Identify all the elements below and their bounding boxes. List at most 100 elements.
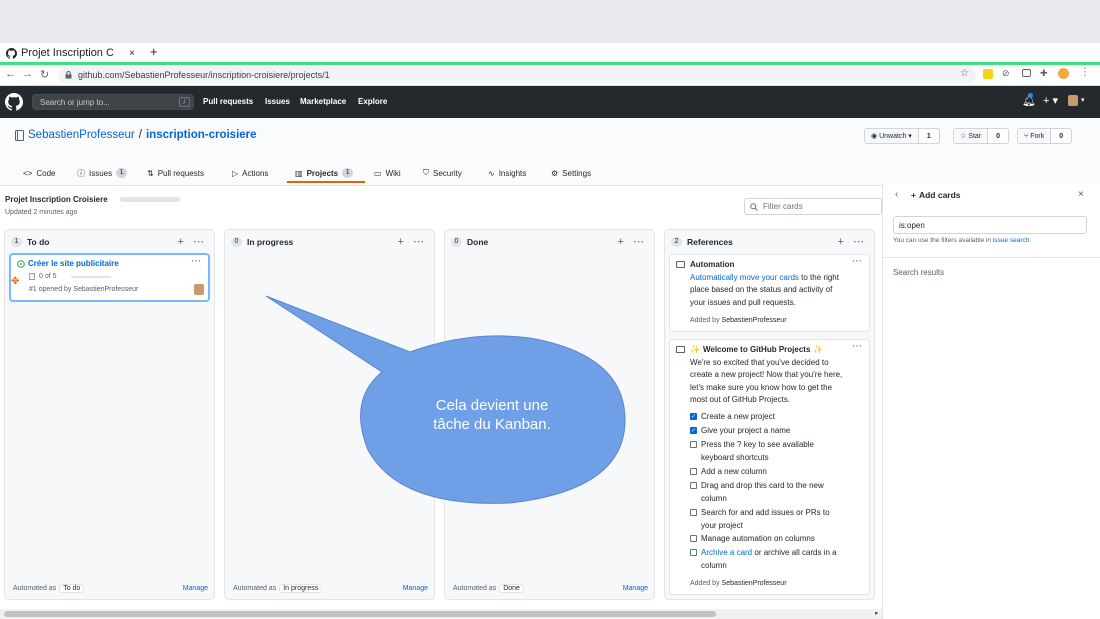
tab-wiki[interactable]: ▭ Wiki bbox=[374, 163, 401, 183]
nav-issues[interactable]: Issues bbox=[265, 97, 290, 106]
checkbox-icon[interactable] bbox=[690, 535, 697, 542]
checklist-item[interactable]: ✓ Give your project a name bbox=[690, 425, 790, 438]
checklist-icon bbox=[29, 273, 35, 280]
column-add-and-menu-icon[interactable]: + ⋯ bbox=[178, 235, 207, 248]
automation-link[interactable]: Automatically move your cards bbox=[690, 273, 799, 282]
column-add-and-menu-icon[interactable]: + ⋯ bbox=[398, 235, 427, 248]
tab-code[interactable]: <> Code bbox=[23, 163, 55, 183]
browser-toolbar: ← → ↻ github.com/SebastienProfesseur/ins… bbox=[0, 65, 1100, 86]
search-results-label: Search results bbox=[893, 268, 945, 277]
reload-icon[interactable]: ↻ bbox=[40, 68, 49, 81]
note-card-automation[interactable]: Automation ⋯ Automatically move your car… bbox=[669, 254, 870, 332]
close-icon[interactable]: × bbox=[1078, 189, 1084, 200]
git-pull-request-icon: ⇅ bbox=[147, 168, 154, 178]
tab-wiki-label: Wiki bbox=[385, 168, 401, 178]
issue-card-title[interactable]: Créer le site publicitaire bbox=[17, 259, 119, 268]
new-tab-button[interactable]: + bbox=[150, 44, 158, 59]
repo-separator: / bbox=[138, 129, 142, 141]
drag-move-icon[interactable]: ✥ bbox=[11, 277, 19, 287]
unwatch-button[interactable]: ◉ Unwatch ▾ bbox=[865, 129, 919, 143]
manage-automation-link[interactable]: Manage bbox=[183, 585, 208, 592]
extension-icon[interactable] bbox=[983, 69, 993, 79]
user-avatar-icon[interactable] bbox=[1068, 95, 1078, 106]
github-header: Search or jump to... / Pull requests Iss… bbox=[0, 86, 1100, 118]
create-new-plus-icon[interactable]: + ▾ bbox=[1043, 94, 1058, 107]
checklist-text: Archive a card or archive all cards in a… bbox=[701, 547, 850, 572]
forward-arrow-icon[interactable]: → bbox=[22, 68, 33, 80]
checklist-item[interactable]: Drag and drop this card to the new colum… bbox=[690, 480, 845, 505]
archive-card-link[interactable]: Archive a card bbox=[701, 548, 752, 557]
checkbox-icon[interactable] bbox=[690, 482, 697, 489]
issue-card[interactable]: Créer le site publicitaire ⋯ 0 of 5 #1 o… bbox=[9, 253, 210, 302]
stars-count[interactable]: 0 bbox=[988, 129, 1008, 143]
issue-opened-icon: ⓘ bbox=[77, 168, 85, 178]
github-logo-icon[interactable] bbox=[5, 93, 23, 111]
task-progress-bar bbox=[71, 276, 111, 278]
added-by-user[interactable]: SebastienProfesseur bbox=[722, 580, 787, 587]
card-menu-icon[interactable]: ⋯ bbox=[852, 341, 862, 352]
tab-settings[interactable]: ⚙ Settings bbox=[551, 163, 591, 183]
back-chevron-icon[interactable]: ‹ bbox=[895, 189, 898, 200]
address-bar[interactable]: github.com/SebastienProfesseur/inscripti… bbox=[58, 67, 976, 83]
tab-projects[interactable]: ▥ Projects 1 bbox=[295, 163, 354, 183]
issue-search-link[interactable]: issue search bbox=[993, 237, 1030, 244]
tab-insights[interactable]: ∿ Insights bbox=[488, 163, 526, 183]
column-card-count: 2 bbox=[671, 237, 682, 247]
puzzle-extensions-icon[interactable]: ✚ bbox=[1040, 68, 1048, 79]
checklist-item[interactable]: Archive a card or archive all cards in a… bbox=[690, 547, 850, 572]
tab-issues[interactable]: ⓘ Issues 1 bbox=[77, 163, 128, 183]
checkbox-checked-icon[interactable]: ✓ bbox=[690, 427, 697, 434]
nav-marketplace[interactable]: Marketplace bbox=[300, 97, 346, 106]
watchers-count[interactable]: 1 bbox=[919, 129, 939, 143]
back-arrow-icon[interactable]: ← bbox=[5, 68, 16, 80]
shield-icon: ⛉ bbox=[423, 168, 429, 177]
camera-icon[interactable] bbox=[1022, 69, 1031, 77]
note-card-welcome[interactable]: ✨ Welcome to GitHub Projects ✨ ⋯ We're so … bbox=[669, 339, 870, 595]
tab-pull-requests[interactable]: ⇅ Pull requests bbox=[147, 163, 204, 183]
tab-security[interactable]: ⛉ Security bbox=[423, 163, 462, 183]
column-references: 2 References + ⋯ Automation ⋯ Automatical… bbox=[664, 229, 875, 600]
column-add-and-menu-icon[interactable]: + ⋯ bbox=[618, 235, 647, 248]
profile-avatar-icon[interactable] bbox=[1058, 68, 1069, 79]
scroll-right-arrow-icon[interactable]: ▸ bbox=[875, 609, 879, 617]
checklist-item[interactable]: ✓ Create a new project bbox=[690, 411, 775, 424]
filter-cards-input[interactable]: Filter cards bbox=[744, 198, 882, 215]
checklist-item[interactable]: Press the ? key to see available keyboar… bbox=[690, 439, 840, 464]
shield-extension-icon[interactable]: ⊘ bbox=[1002, 68, 1010, 79]
fork-button[interactable]: ⑂ Fork bbox=[1018, 129, 1052, 143]
forks-count[interactable]: 0 bbox=[1051, 129, 1071, 143]
repo-name-link[interactable]: inscription-croisiere bbox=[146, 129, 257, 141]
star-button[interactable]: ☆ Star bbox=[954, 129, 989, 143]
tab-pull-requests-label: Pull requests bbox=[157, 168, 204, 178]
nav-pull-requests[interactable]: Pull requests bbox=[203, 97, 253, 106]
browser-menu-icon[interactable]: ⋮ bbox=[1080, 67, 1090, 78]
checklist-item[interactable]: Add a new column bbox=[690, 466, 767, 479]
tab-close-icon[interactable]: × bbox=[129, 48, 135, 59]
checklist-item[interactable]: Search for and add issues or PRs to your… bbox=[690, 507, 845, 532]
add-cards-search-input[interactable]: is:open bbox=[893, 216, 1087, 234]
checklist-item[interactable]: Manage automation on columns bbox=[690, 533, 815, 546]
added-by-user[interactable]: SebastienProfesseur bbox=[722, 317, 787, 324]
browser-tab[interactable]: Projet Inscription C × bbox=[0, 43, 143, 63]
checkbox-icon[interactable] bbox=[690, 441, 697, 448]
scrollbar-thumb[interactable] bbox=[4, 611, 716, 617]
bookmark-star-icon[interactable]: ☆ bbox=[960, 68, 969, 79]
card-menu-icon[interactable]: ⋯ bbox=[191, 256, 201, 267]
nav-explore[interactable]: Explore bbox=[358, 97, 387, 106]
card-menu-icon[interactable]: ⋯ bbox=[852, 256, 862, 267]
checkbox-checked-icon[interactable]: ✓ bbox=[690, 413, 697, 420]
checkbox-icon[interactable] bbox=[690, 468, 697, 475]
column-add-and-menu-icon[interactable]: + ⋯ bbox=[838, 235, 867, 248]
checkbox-icon[interactable] bbox=[690, 509, 697, 516]
search-jump-input[interactable]: Search or jump to... / bbox=[32, 94, 194, 110]
repo-owner-link[interactable]: SebastienProfesseur bbox=[28, 129, 135, 141]
manage-automation-link[interactable]: Manage bbox=[623, 585, 648, 592]
note-body: Automatically move your cards to the rig… bbox=[690, 272, 850, 309]
board-horizontal-scrollbar[interactable]: ▸ bbox=[0, 609, 882, 619]
checkbox-icon[interactable] bbox=[690, 549, 697, 556]
avatar-chevron-down-icon[interactable]: ▾ bbox=[1081, 96, 1085, 104]
manage-automation-link[interactable]: Manage bbox=[403, 585, 428, 592]
tab-actions[interactable]: ▷ Actions bbox=[232, 163, 268, 183]
column-header: 2 References bbox=[671, 237, 733, 247]
play-icon: ▷ bbox=[232, 168, 239, 178]
